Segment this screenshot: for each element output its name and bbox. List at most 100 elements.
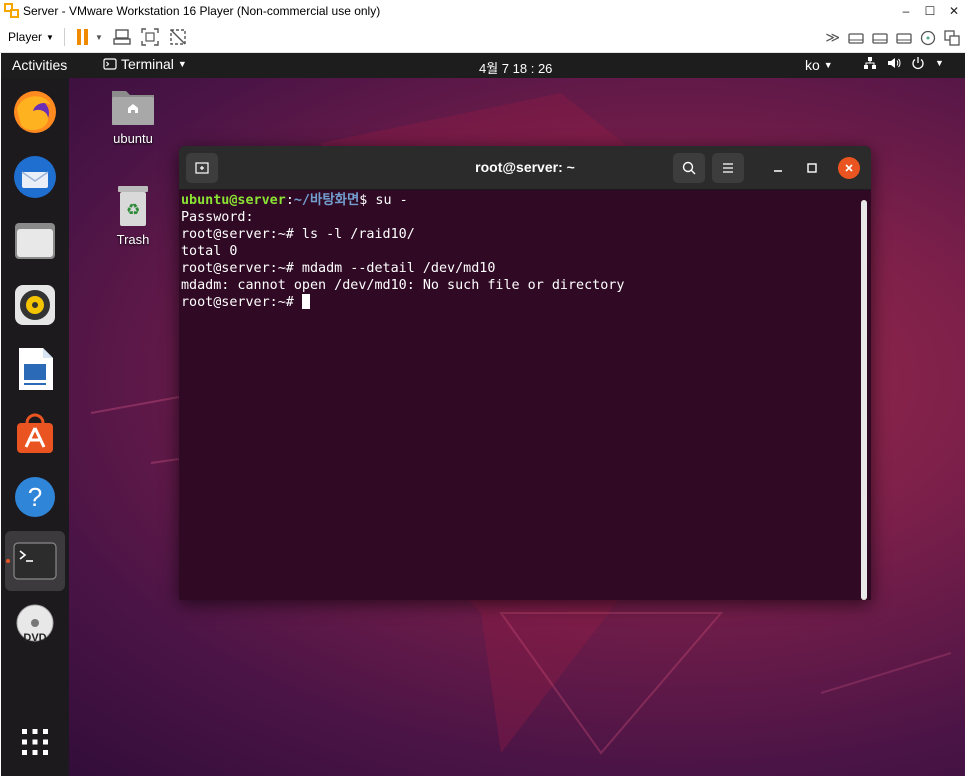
prompt-separator: :	[285, 193, 294, 208]
player-menu-label: Player	[8, 30, 43, 44]
rhythmbox-icon	[15, 285, 55, 325]
prompt-command: $ su -	[359, 193, 408, 208]
hard-disk-2-icon[interactable]	[872, 30, 888, 46]
dock-files[interactable]	[5, 211, 65, 271]
dock-firefox[interactable]	[5, 82, 65, 142]
vmware-toolbar: Player ▼ ▼ ≫	[0, 22, 966, 53]
search-button[interactable]	[673, 153, 705, 183]
maximize-window-button[interactable]: ☐	[918, 0, 942, 22]
dock-rhythmbox[interactable]	[5, 275, 65, 335]
terminal-window[interactable]: root@server: ~ ubuntu@server:~/바탕화면$ su …	[179, 146, 871, 600]
trash-icon: ♻	[118, 186, 148, 226]
input-method-menu[interactable]: ko ▼	[805, 57, 833, 73]
send-ctrl-alt-del-button[interactable]	[111, 26, 133, 48]
ubuntu-desktop: Activities Terminal ▼ 4월 7 18 : 26 ko ▼ …	[1, 53, 965, 776]
help-icon: ?	[15, 477, 55, 517]
dvd-icon: DVD	[16, 604, 54, 644]
fullscreen-button[interactable]	[139, 26, 161, 48]
chevron-down-icon: ▼	[823, 60, 833, 70]
activities-button[interactable]: Activities	[12, 57, 67, 73]
prompt-user: ubuntu@server	[181, 193, 286, 208]
terminal-small-icon	[103, 58, 117, 70]
running-indicator	[6, 559, 10, 563]
firefox-icon	[14, 91, 56, 133]
search-icon	[682, 161, 696, 175]
send-ctrl-alt-del-icon	[113, 29, 131, 45]
thunderbird-icon	[14, 156, 56, 198]
player-menu-button[interactable]: Player ▼	[8, 30, 54, 44]
home-folder-label: ubuntu	[113, 131, 153, 146]
terminal-icon	[13, 542, 57, 580]
close-window-button[interactable]: ✕	[942, 0, 966, 22]
text-cursor	[301, 294, 310, 309]
volume-icon	[888, 58, 901, 68]
software-icon	[17, 413, 53, 453]
unity-button[interactable]	[167, 26, 189, 48]
window-controls: – ☐ ✕	[894, 0, 966, 22]
minimize-icon	[774, 170, 782, 172]
vmware-window: Server - VMware Workstation 16 Player (N…	[0, 0, 966, 777]
writer-icon	[19, 348, 53, 390]
window-title: Server - VMware Workstation 16 Player (N…	[23, 4, 381, 18]
terminal-prompt-line: root@server:~#	[181, 294, 871, 311]
device-icons: ≫	[825, 22, 960, 53]
terminal-output[interactable]: ubuntu@server:~/바탕화면$ su - Password: roo…	[179, 190, 871, 600]
files-icon	[15, 223, 55, 259]
minimize-window-button[interactable]: –	[894, 0, 918, 22]
dock-libreoffice-writer[interactable]	[5, 339, 65, 399]
show-applications-button[interactable]	[5, 712, 65, 772]
svg-text:DVD: DVD	[23, 632, 46, 644]
terminal-line: ubuntu@server:~/바탕화면$ su -	[181, 192, 871, 209]
maximize-button[interactable]	[797, 153, 827, 183]
network-adapter-icon[interactable]	[896, 30, 912, 46]
clock[interactable]: 4월 7 18 : 26	[479, 58, 552, 77]
app-grid-icon	[22, 729, 48, 755]
power-icon	[912, 57, 924, 70]
toolbar-divider	[63, 28, 65, 46]
hard-disk-icon[interactable]	[848, 30, 864, 46]
fullscreen-icon	[141, 28, 159, 46]
chevron-down-icon: ▼	[177, 59, 187, 69]
terminal-line: total 0	[181, 244, 238, 259]
terminal-line: mdadm: cannot open /dev/md10: No such fi…	[181, 278, 625, 293]
svg-text:♻: ♻	[126, 200, 140, 219]
pause-button[interactable]	[75, 26, 91, 48]
desktop-trash[interactable]: ♻ Trash	[98, 184, 168, 247]
vmware-logo-icon	[4, 3, 20, 19]
close-button[interactable]	[838, 157, 860, 179]
minimize-button[interactable]	[763, 153, 793, 183]
more-devices-icon[interactable]: ≫	[825, 29, 840, 46]
input-method-label: ko	[805, 57, 820, 73]
display-icon[interactable]	[944, 29, 960, 46]
terminal-scrollbar[interactable]	[861, 200, 867, 600]
desktop-home-folder[interactable]: ubuntu	[98, 87, 168, 146]
pause-dropdown-icon[interactable]: ▼	[95, 33, 103, 42]
close-icon	[845, 164, 853, 172]
menu-button[interactable]	[712, 153, 744, 183]
dock-help[interactable]: ?	[5, 467, 65, 527]
gnome-top-bar: Activities Terminal ▼ 4월 7 18 : 26 ko ▼ …	[1, 53, 965, 78]
system-menu[interactable]: ▼	[863, 56, 944, 70]
cd-dvd-icon[interactable]	[920, 30, 936, 46]
trash-label: Trash	[116, 232, 150, 247]
chevron-down-icon: ▼	[935, 58, 944, 68]
dock-terminal[interactable]	[5, 531, 65, 591]
terminal-line: root@server:~# mdadm --detail /dev/md10	[181, 261, 496, 276]
terminal-line: Password:	[181, 210, 254, 225]
home-folder-icon	[112, 91, 154, 125]
dock-dvd[interactable]: DVD	[5, 595, 65, 655]
dock-ubuntu-software[interactable]	[5, 403, 65, 463]
terminal-headerbar[interactable]: root@server: ~	[179, 146, 871, 190]
app-menu-label: Terminal	[121, 56, 174, 72]
dock-thunderbird[interactable]	[5, 147, 65, 207]
terminal-line: root@server:~# ls -l /raid10/	[181, 227, 415, 242]
maximize-icon	[807, 163, 817, 173]
terminal-app-menu[interactable]: Terminal ▼	[103, 56, 187, 72]
hamburger-icon	[723, 163, 733, 173]
pause-icon	[76, 29, 89, 45]
chevron-down-icon: ▼	[46, 32, 54, 42]
prompt-path: ~/바탕화면	[293, 193, 360, 208]
dock: ? DVD	[1, 78, 69, 776]
current-prompt: root@server:~#	[181, 295, 302, 310]
vmware-titlebar: Server - VMware Workstation 16 Player (N…	[0, 0, 966, 22]
